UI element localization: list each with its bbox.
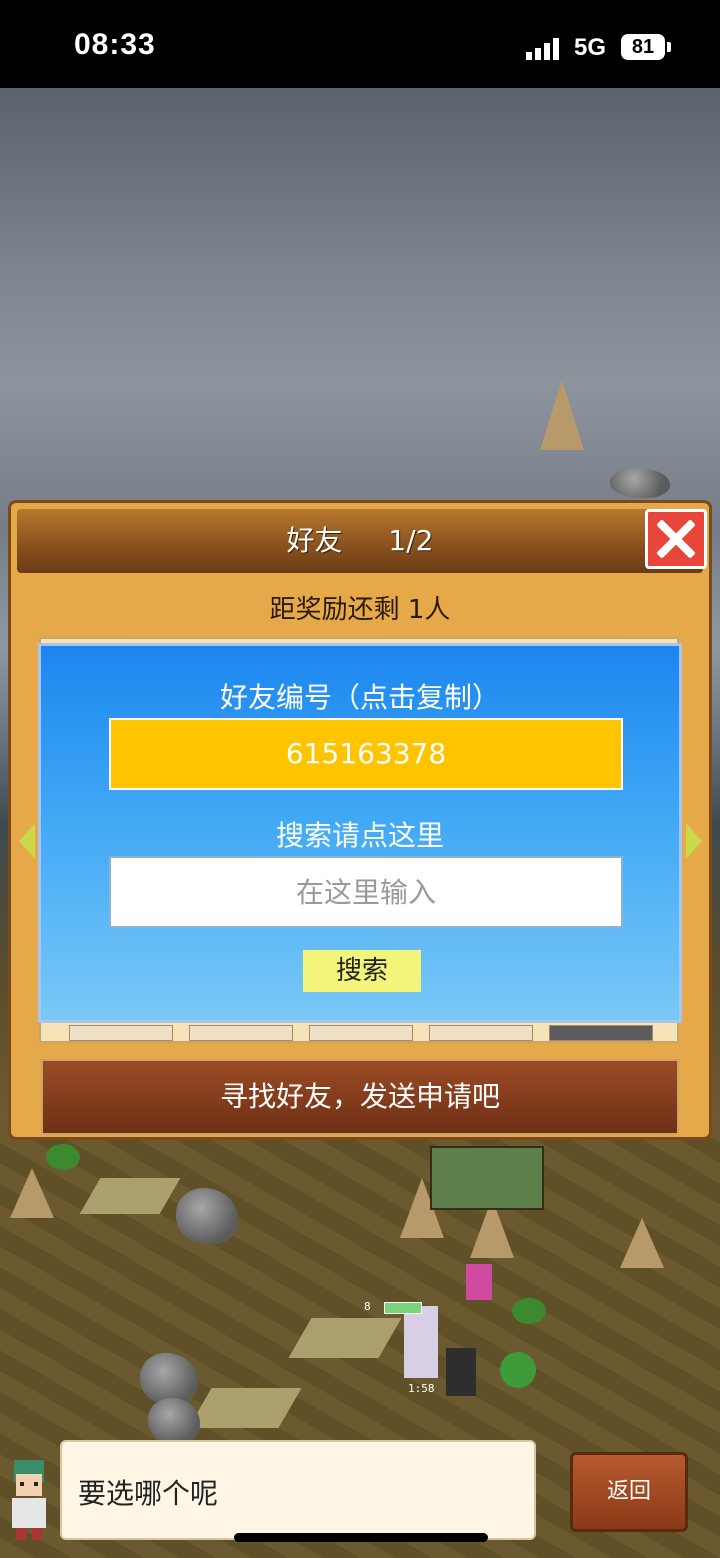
bush	[46, 1144, 80, 1170]
battery-icon: 81	[621, 34, 665, 60]
hero-unit[interactable]	[404, 1306, 438, 1378]
rock-spire	[620, 1218, 664, 1268]
rock-spire	[10, 1168, 54, 1218]
advisor-avatar-icon	[12, 1460, 46, 1540]
reward-progress-text: 距奖励还剩 1人	[269, 595, 451, 625]
back-button[interactable]: 返回	[570, 1452, 688, 1532]
search-button[interactable]: 搜索	[303, 950, 421, 992]
friend-slot[interactable]	[429, 1025, 533, 1041]
panel-title: 好友 1/2	[17, 509, 703, 573]
friend-id-copy-field[interactable]: 615163378	[109, 718, 623, 790]
status-bar: 08:33 5G 81	[0, 0, 720, 88]
close-button[interactable]	[645, 509, 707, 569]
rock-spire	[540, 380, 584, 450]
network-type: 5G	[574, 34, 607, 61]
hero-unit[interactable]	[446, 1348, 476, 1396]
cactus-creature[interactable]	[500, 1352, 536, 1388]
friend-slot[interactable]	[189, 1025, 293, 1041]
search-label: 搜索请点这里	[275, 819, 444, 852]
unit-level: 8	[364, 1300, 371, 1313]
shop-building[interactable]	[430, 1146, 544, 1210]
friend-slot[interactable]	[309, 1025, 413, 1041]
boulder	[610, 468, 670, 498]
friend-id-dialog: 好友编号（点击复制） 615163378 搜索请点这里 搜索	[38, 643, 682, 1023]
bush	[512, 1298, 546, 1324]
panel-header: 好友 1/2	[17, 509, 703, 573]
friend-slot[interactable]	[69, 1025, 173, 1041]
unit-hp-bar	[384, 1302, 422, 1314]
next-page-arrow-icon[interactable]	[686, 823, 702, 859]
friend-search-input[interactable]	[109, 856, 623, 928]
friend-id-label: 好友编号（点击复制）	[219, 681, 500, 714]
find-friends-button[interactable]: 寻找好友，发送申请吧	[41, 1059, 679, 1135]
dialogue-bubble: 要选哪个呢	[60, 1440, 536, 1540]
dialogue-prompt: 要选哪个呢	[78, 1477, 219, 1510]
page-indicator: 1/2	[388, 524, 434, 557]
clock: 08:33	[74, 28, 156, 61]
prev-page-arrow-icon[interactable]	[19, 823, 35, 859]
friend-slot[interactable]	[549, 1025, 653, 1041]
battery-tip	[667, 42, 671, 52]
unit-timer: 1:58	[408, 1382, 435, 1395]
signal-icon	[526, 38, 559, 60]
wizard-unit[interactable]	[466, 1264, 492, 1300]
home-indicator[interactable]	[234, 1533, 488, 1542]
panel-title-text: 好友	[286, 524, 343, 557]
